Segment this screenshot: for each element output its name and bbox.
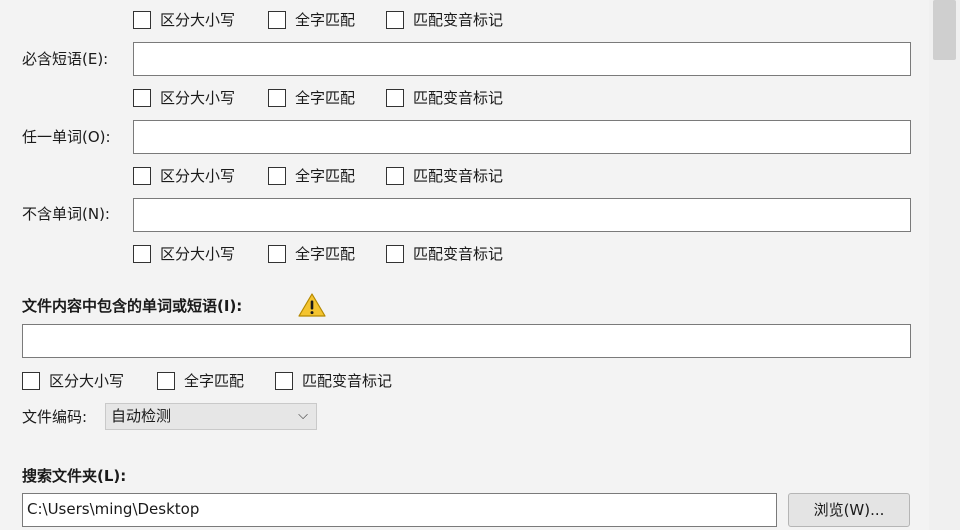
any-word-label: 任一单词(O):: [22, 128, 111, 146]
match-diacritics-label: 匹配变音标记: [413, 245, 504, 263]
vertical-scrollbar[interactable]: [929, 0, 960, 530]
match-diacritics-label: 匹配变音标记: [413, 11, 504, 29]
folder-label: 搜索文件夹(L):: [22, 467, 127, 485]
content-search-label: 文件内容中包含的单词或短语(I):: [22, 297, 243, 315]
any-word-input[interactable]: [133, 120, 911, 154]
whole-word-label: 全字匹配: [295, 89, 356, 107]
encoding-select[interactable]: 自动检测 ⌵: [105, 403, 317, 430]
checkbox-row-any: 区分大小写 全字匹配 匹配变音标记: [133, 165, 553, 187]
checkbox-box[interactable]: [386, 245, 404, 263]
match-diacritics-label: 匹配变音标记: [413, 167, 504, 185]
checkbox-row-content: 区分大小写 全字匹配 匹配变音标记: [22, 370, 442, 392]
checkbox-box[interactable]: [386, 11, 404, 29]
none-word-input[interactable]: [133, 198, 911, 232]
checkbox-box[interactable]: [133, 245, 151, 263]
checkbox-row-exact: 区分大小写 全字匹配 匹配变音标记: [133, 87, 553, 109]
checkbox-box[interactable]: [268, 167, 286, 185]
chevron-down-icon: ⌵: [298, 408, 308, 423]
match-diacritics-label: 匹配变音标记: [413, 89, 504, 107]
match-diacritics-label: 匹配变音标记: [302, 372, 393, 390]
whole-word-label: 全字匹配: [295, 245, 356, 263]
checkbox-box[interactable]: [133, 89, 151, 107]
checkbox-row-top: 区分大小写 全字匹配 匹配变音标记: [133, 9, 553, 31]
browse-button[interactable]: 浏览(W)...: [788, 493, 910, 527]
match-case-label: 区分大小写: [160, 89, 236, 107]
exact-phrase-label: 必含短语(E):: [22, 50, 109, 68]
checkbox-box[interactable]: [157, 372, 175, 390]
checkbox-box[interactable]: [386, 167, 404, 185]
checkbox-box[interactable]: [268, 11, 286, 29]
checkbox-box[interactable]: [268, 89, 286, 107]
checkbox-box[interactable]: [133, 167, 151, 185]
scrollbar-thumb[interactable]: [933, 0, 956, 60]
whole-word-label: 全字匹配: [295, 11, 356, 29]
warning-icon[interactable]: [298, 292, 326, 318]
encoding-label: 文件编码:: [22, 408, 88, 426]
folder-path-input[interactable]: C:\Users\ming\Desktop: [22, 493, 777, 527]
checkbox-box[interactable]: [268, 245, 286, 263]
match-case-label: 区分大小写: [160, 167, 236, 185]
encoding-selected-value: 自动检测: [111, 407, 172, 425]
match-case-label: 区分大小写: [49, 372, 125, 390]
whole-word-label: 全字匹配: [184, 372, 245, 390]
match-case-label: 区分大小写: [160, 245, 236, 263]
exact-phrase-input[interactable]: [133, 42, 911, 76]
whole-word-label: 全字匹配: [295, 167, 356, 185]
checkbox-box[interactable]: [386, 89, 404, 107]
checkbox-box[interactable]: [133, 11, 151, 29]
checkbox-row-none: 区分大小写 全字匹配 匹配变音标记: [133, 243, 553, 265]
match-case-label: 区分大小写: [160, 11, 236, 29]
none-word-label: 不含单词(N):: [22, 205, 110, 223]
content-search-input[interactable]: [22, 324, 911, 358]
checkbox-box[interactable]: [275, 372, 293, 390]
checkbox-box[interactable]: [22, 372, 40, 390]
